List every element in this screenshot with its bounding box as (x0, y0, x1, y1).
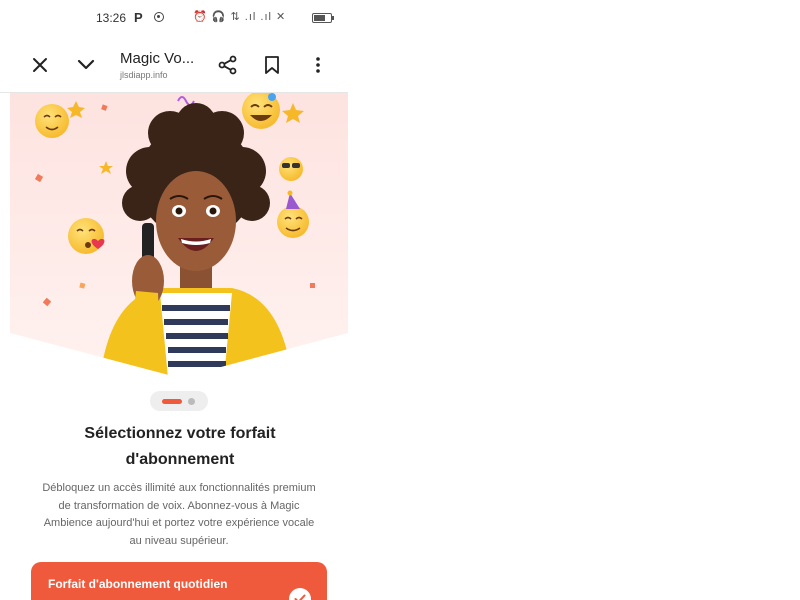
plan-heading-line2: d'abonnement (125, 451, 235, 468)
desc-line: Ambience aujourd'hui et portez votre exp… (43, 517, 315, 529)
status-time: 13:26 (96, 11, 127, 25)
more-button[interactable] (302, 49, 334, 81)
share-button[interactable] (212, 49, 244, 81)
desc-line: de transformation de voix. Abonnez-vous … (58, 499, 300, 512)
browser-toolbar: Magic Vo... jlsdiapp.info (0, 40, 348, 93)
page-indicator-active (162, 399, 182, 404)
share-icon (218, 55, 237, 75)
record-icon (154, 12, 164, 22)
close-icon (33, 58, 47, 72)
bookmark-button[interactable] (256, 49, 288, 81)
page-title: Magic Vo... (120, 50, 195, 67)
battery-icon (312, 13, 334, 23)
page-indicator (150, 391, 208, 411)
check-icon (289, 588, 311, 600)
status-bar: 13:26 P ⏰ 🎧 ⇅ .ıl .ıl ✕ (0, 0, 348, 36)
chevron-down-icon (77, 59, 95, 70)
plan-heading-line1: Sélectionnez votre forfait (84, 425, 276, 442)
hero-image (10, 93, 348, 378)
more-vert-icon (316, 57, 320, 73)
plan-description: Débloquez un accès illimité aux fonction… (28, 480, 330, 550)
plan-title: Forfait d'abonnement quotidien (48, 577, 228, 591)
daily-plan-card[interactable]: Forfait d'abonnement quotidien (31, 562, 327, 600)
desc-line: Débloquez un accès illimité aux fonction… (42, 482, 316, 494)
plan-heading: Sélectionnez votre forfait d'abonnement (30, 421, 330, 473)
minimize-button[interactable] (70, 49, 102, 81)
page-indicator-dot[interactable] (188, 398, 195, 405)
bookmark-icon (265, 56, 279, 74)
parking-indicator: P (134, 10, 143, 25)
desc-line: au niveau supérieur. (129, 534, 229, 547)
hero-illustration (10, 93, 348, 378)
page-url: jlsdiapp.info (120, 70, 168, 80)
phone-screen: 13:26 P ⏰ 🎧 ⇅ .ıl .ıl ✕ Magic Vo... jlsd… (0, 0, 348, 600)
close-button[interactable] (24, 49, 56, 81)
status-icons: ⏰ 🎧 ⇅ .ıl .ıl ✕ (193, 11, 287, 23)
